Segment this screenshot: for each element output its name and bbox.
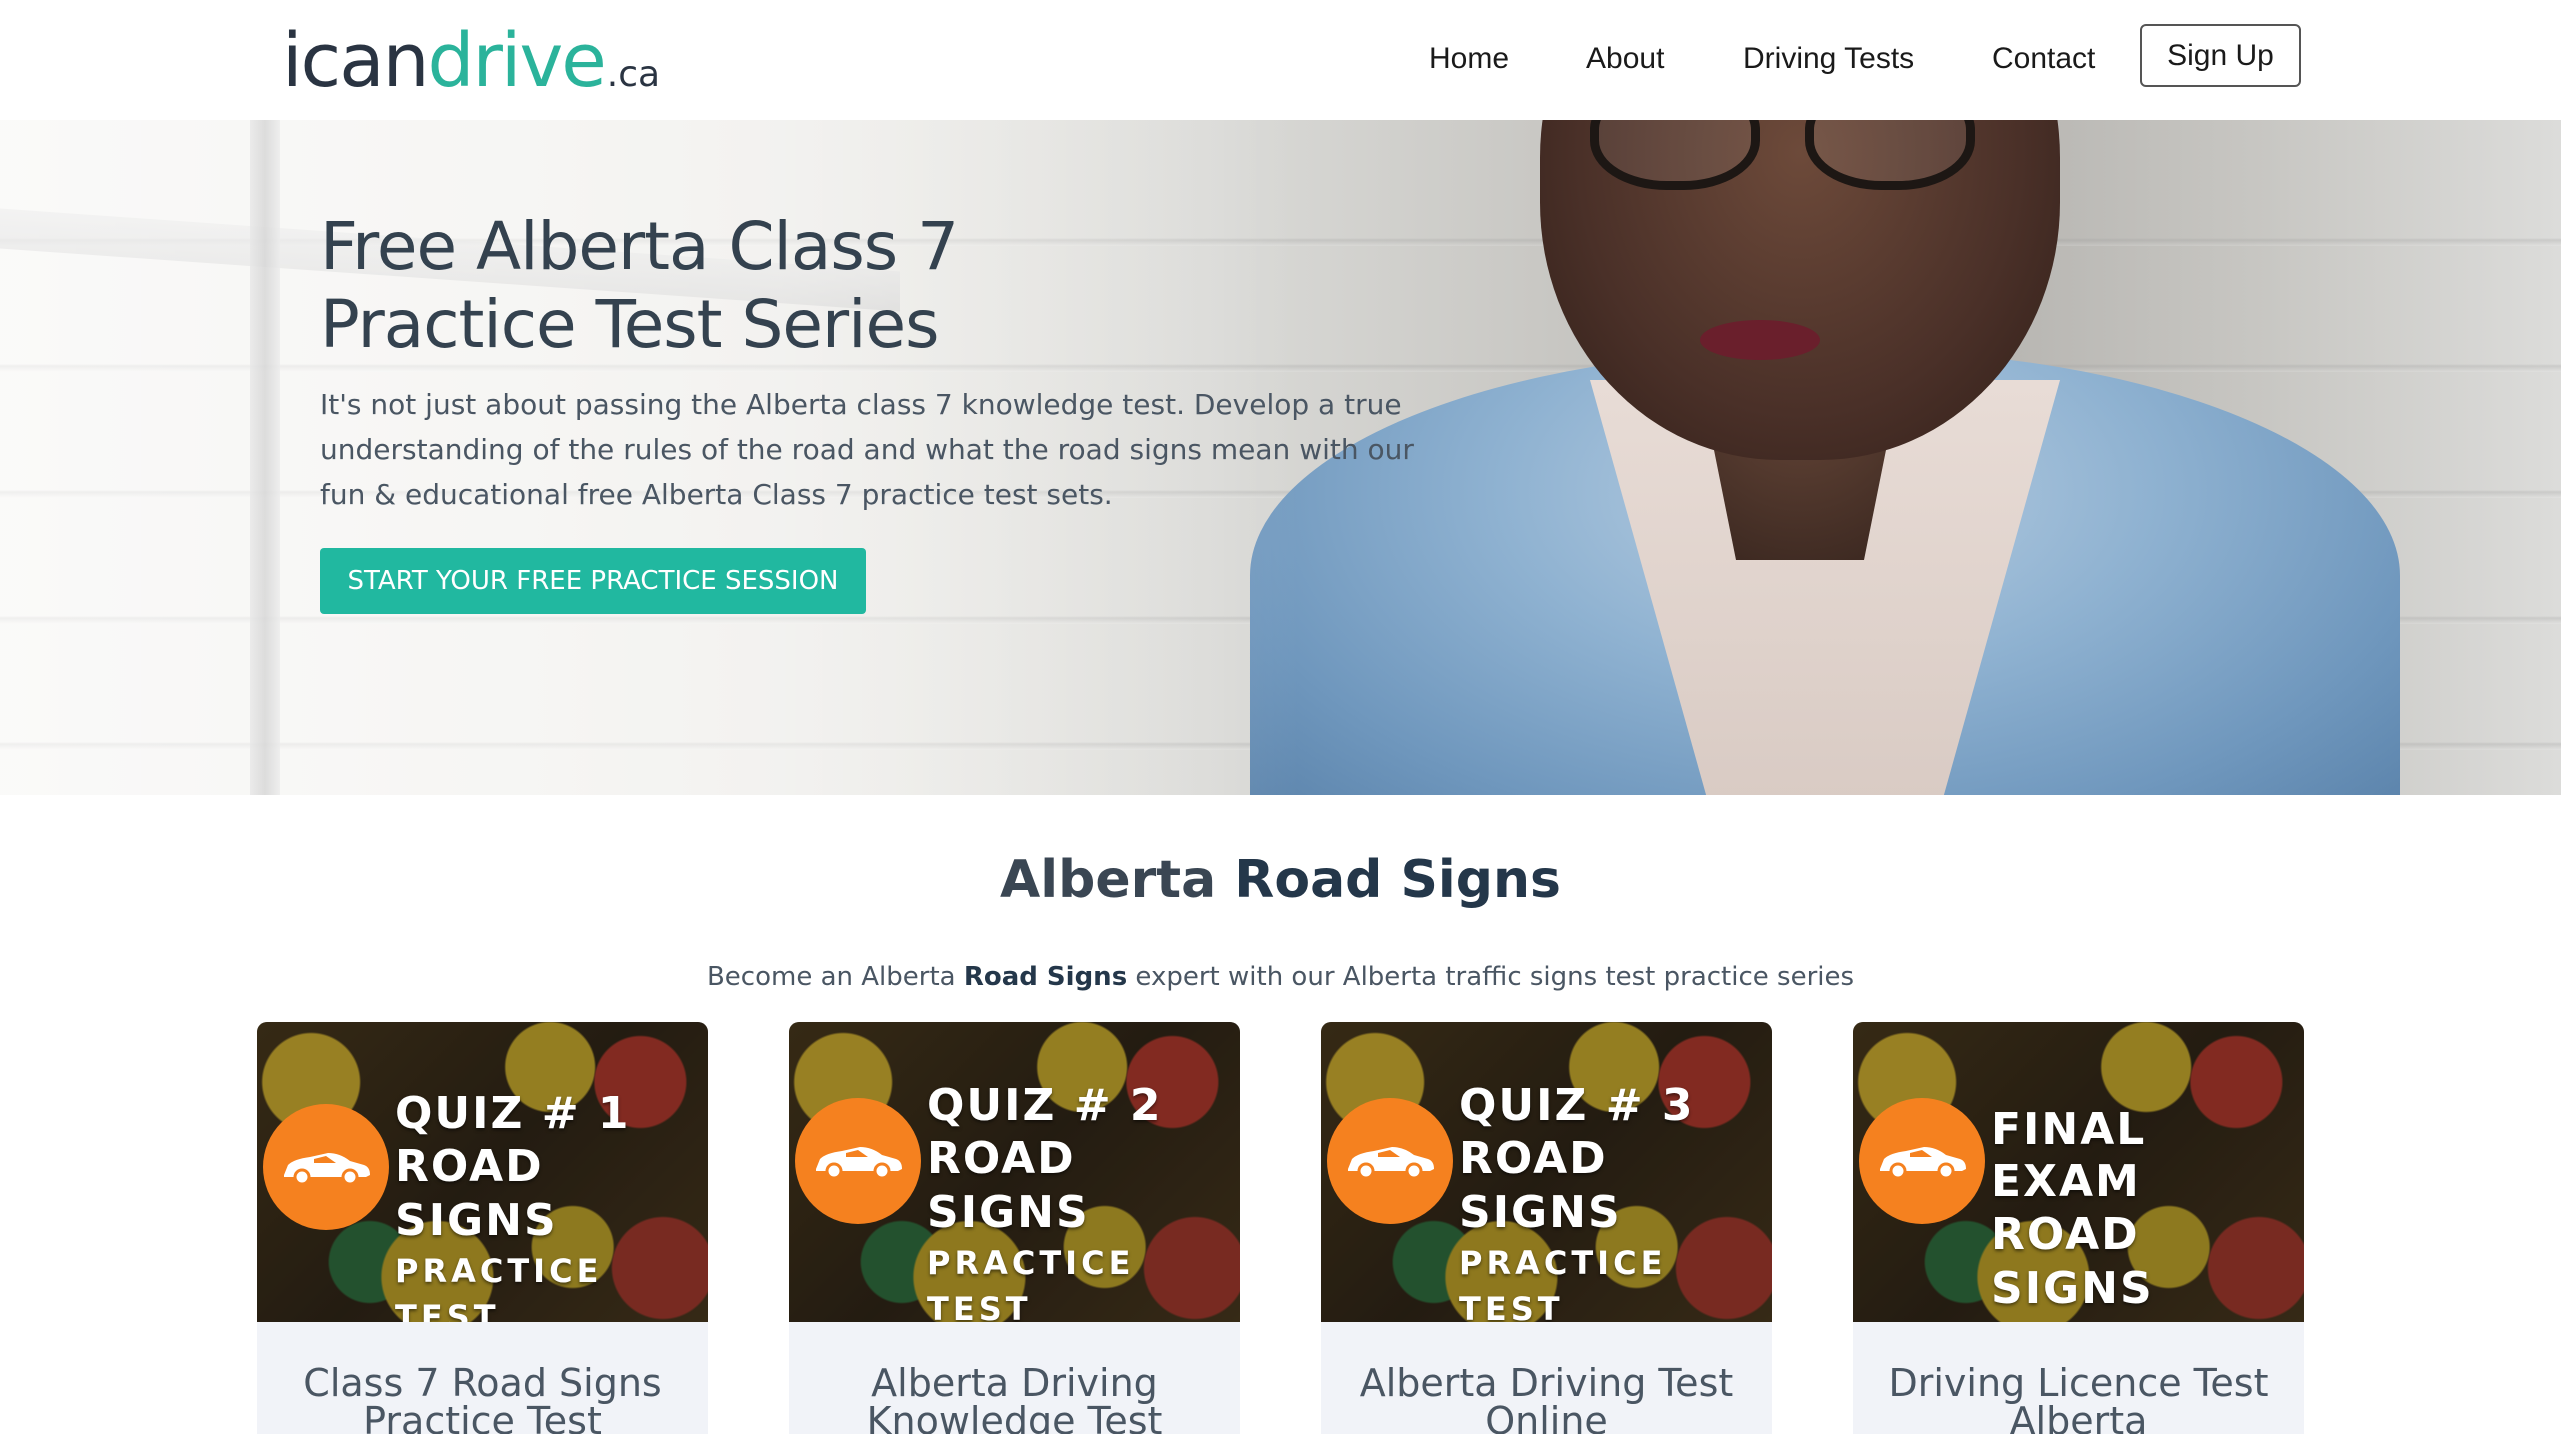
hero-person-lips <box>1700 320 1820 360</box>
hero-title-line2: Practice Test Series <box>320 286 940 363</box>
quiz-card-caption: QUIZ # 2 ROAD SIGNS PRACTICE TEST <box>927 1080 1240 1322</box>
nav-about-link[interactable]: About <box>1586 36 1706 82</box>
section-title-bold: Road Signs <box>1234 850 1561 910</box>
logo-text-drive: drive <box>427 18 607 104</box>
logo-text-ican: ican <box>282 18 429 104</box>
car-icon <box>1327 1098 1453 1224</box>
quiz-card-caption: QUIZ # 1 ROAD SIGNS PRACTICE TEST <box>395 1088 708 1322</box>
section-subtitle-bold: Road Signs <box>963 962 1128 992</box>
quiz-card-caption-line2: ROAD SIGNS <box>395 1141 558 1246</box>
hero-description: It's not just about passing the Alberta … <box>320 388 1414 511</box>
quiz-card-title[interactable]: Alberta Driving Test Online <box>1321 1322 1772 1434</box>
quiz-card-title[interactable]: Driving Licence Test Alberta <box>1853 1322 2304 1434</box>
quiz-card-caption: FINAL EXAM ROAD SIGNS <box>1991 1104 2304 1316</box>
quiz-card-caption-line2: ROAD SIGNS <box>1991 1209 2154 1314</box>
hero-title: Free Alberta Class 7 Practice Test Serie… <box>320 208 1220 364</box>
start-practice-button[interactable]: START YOUR FREE PRACTICE SESSION <box>320 548 866 614</box>
quiz-card-caption-line1: FINAL EXAM <box>1991 1104 2147 1207</box>
sign-up-button[interactable]: Sign Up <box>2140 24 2301 87</box>
car-icon <box>1859 1098 1985 1224</box>
site-logo[interactable]: ican drive .ca <box>282 18 661 104</box>
nav-driving-tests-link[interactable]: Driving Tests <box>1743 36 1963 82</box>
hero-title-line1: Free Alberta Class 7 <box>320 208 959 285</box>
quiz-card-caption-line3: PRACTICE TEST <box>1459 1244 1667 1322</box>
nav-contact-link[interactable]: Contact <box>1992 36 2132 82</box>
hero-banner: Free Alberta Class 7 Practice Test Serie… <box>0 120 2561 795</box>
quiz-card-image[interactable]: QUIZ # 1 ROAD SIGNS PRACTICE TEST <box>257 1022 708 1322</box>
quiz-card-caption-line1: QUIZ # 2 <box>927 1080 1163 1131</box>
quiz-card-caption-line2: ROAD SIGNS <box>927 1133 1090 1238</box>
navbar: ican drive .ca Home About Driving Tests Co… <box>0 0 2561 120</box>
quiz-card-image[interactable]: QUIZ # 2 ROAD SIGNS PRACTICE TEST <box>789 1022 1240 1322</box>
car-icon <box>263 1104 389 1230</box>
quiz-card-caption-line1: QUIZ # 1 <box>395 1088 631 1139</box>
quiz-card-caption: QUIZ # 3 ROAD SIGNS PRACTICE TEST <box>1459 1080 1772 1322</box>
quiz-card-1[interactable]: QUIZ # 1 ROAD SIGNS PRACTICE TEST Class … <box>257 1022 708 1434</box>
section-title: Alberta Road Signs <box>0 850 2561 910</box>
quiz-card-caption-line3: PRACTICE TEST <box>927 1244 1135 1322</box>
quiz-card-3[interactable]: QUIZ # 3 ROAD SIGNS PRACTICE TEST Albert… <box>1321 1022 1772 1434</box>
car-icon <box>795 1098 921 1224</box>
quiz-card-2[interactable]: QUIZ # 2 ROAD SIGNS PRACTICE TEST Albert… <box>789 1022 1240 1434</box>
section-subtitle: Become an Alberta Road Signs expert with… <box>0 962 2561 992</box>
quiz-card-title[interactable]: Alberta Driving Knowledge Test <box>789 1322 1240 1434</box>
section-subtitle-pre: Become an Alberta <box>706 962 964 992</box>
quiz-card-title[interactable]: Class 7 Road Signs Practice Test <box>257 1322 708 1434</box>
quiz-card-caption-line2: ROAD SIGNS <box>1459 1133 1622 1238</box>
quiz-card-image[interactable]: FINAL EXAM ROAD SIGNS <box>1853 1022 2304 1322</box>
quiz-card-caption-line3: PRACTICE TEST <box>395 1252 603 1322</box>
hero-person-glasses <box>1590 120 1980 200</box>
section-title-normal: Alberta <box>1000 850 1235 910</box>
logo-text-ca: .ca <box>606 54 661 95</box>
quiz-card-4[interactable]: FINAL EXAM ROAD SIGNS Driving Licence Te… <box>1853 1022 2304 1434</box>
nav-home-link[interactable]: Home <box>1429 36 1549 82</box>
section-subtitle-post: expert with our Alberta traffic signs te… <box>1127 962 1855 992</box>
quiz-card-image[interactable]: QUIZ # 3 ROAD SIGNS PRACTICE TEST <box>1321 1022 1772 1322</box>
quiz-card-caption-line1: QUIZ # 3 <box>1459 1080 1695 1131</box>
